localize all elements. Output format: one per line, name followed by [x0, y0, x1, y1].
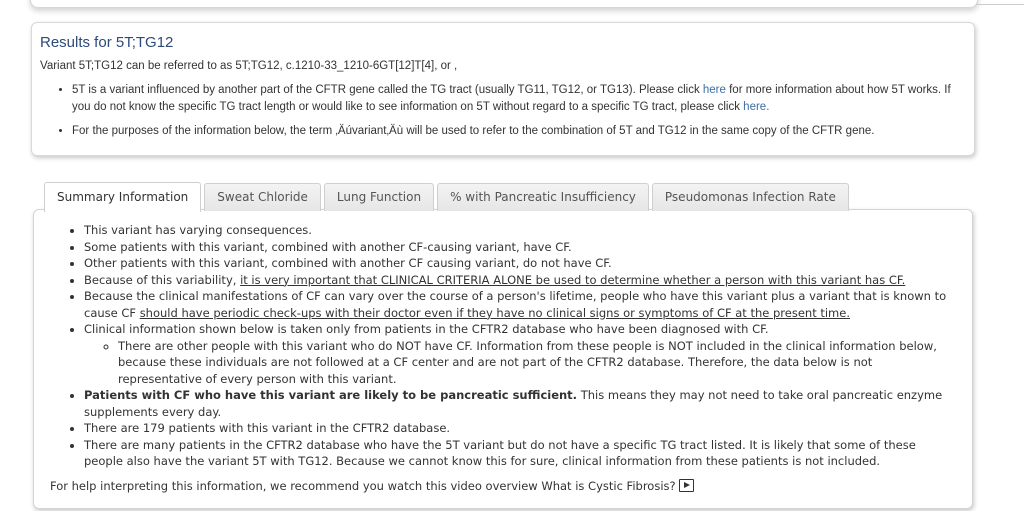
list-item: There are many patients in the CFTR2 dat…: [84, 437, 956, 470]
5t-general-info-link[interactable]: here.: [743, 101, 769, 113]
list-item: Because the clinical manifestations of C…: [84, 288, 956, 321]
list-item: Clinical information shown below is take…: [84, 321, 956, 387]
tab-sweat-chloride[interactable]: Sweat Chloride: [204, 183, 321, 211]
tab-pseudomonas-infection-rate[interactable]: Pseudomonas Infection Rate: [651, 183, 849, 211]
list-item: Because of this variability, it is very …: [84, 272, 956, 289]
tg-tract-note: 5T is a variant influenced by another pa…: [72, 82, 974, 116]
sub-list-item: There are other people with this variant…: [118, 338, 956, 388]
pancreatic-sufficient-statement: Patients with CF who have this variant a…: [84, 388, 578, 402]
clinical-criteria-emphasis: it is very important that CLINICAL CRITE…: [240, 272, 906, 287]
sub-list: There are other people with this variant…: [84, 338, 956, 388]
list-item: This variant has varying consequences.: [84, 222, 956, 239]
help-text: For help interpreting this information, …: [50, 478, 676, 493]
results-title: Results for 5T;TG12: [40, 34, 174, 51]
play-video-icon[interactable]: [678, 478, 694, 492]
tab-lung-function[interactable]: Lung Function: [323, 183, 435, 211]
summary-panel: This variant has varying consequences. S…: [33, 209, 973, 509]
list-item: Other patients with this variant, combin…: [84, 255, 956, 272]
checkup-emphasis: should have periodic check-ups with thei…: [139, 305, 850, 320]
list-item: Some patients with this variant, combine…: [84, 239, 956, 256]
results-notes: 5T is a variant influenced by another pa…: [40, 82, 974, 140]
variant-intro: Variant 5T;TG12 can be referred to as 5T…: [40, 60, 458, 72]
list-item: Patients with CF who have this variant a…: [84, 387, 956, 420]
tab-summary-information[interactable]: Summary Information: [44, 182, 202, 212]
help-line: For help interpreting this information, …: [50, 478, 956, 493]
previous-panel-edge: [30, 0, 978, 8]
tab-pancreatic-insufficiency[interactable]: % with Pancreatic Insufficiency: [437, 183, 649, 211]
results-panel: Results for 5T;TG12 Variant 5T;TG12 can …: [31, 22, 975, 156]
info-tabs: Summary Information Sweat Chloride Lung …: [44, 182, 849, 212]
patient-count-item: There are 179 patients with this variant…: [84, 420, 956, 437]
how-5t-works-link[interactable]: here: [703, 84, 726, 96]
variant-term-note: For the purposes of the information belo…: [72, 123, 974, 140]
divider: [976, 4, 1024, 5]
summary-list: This variant has varying consequences. S…: [50, 222, 956, 470]
